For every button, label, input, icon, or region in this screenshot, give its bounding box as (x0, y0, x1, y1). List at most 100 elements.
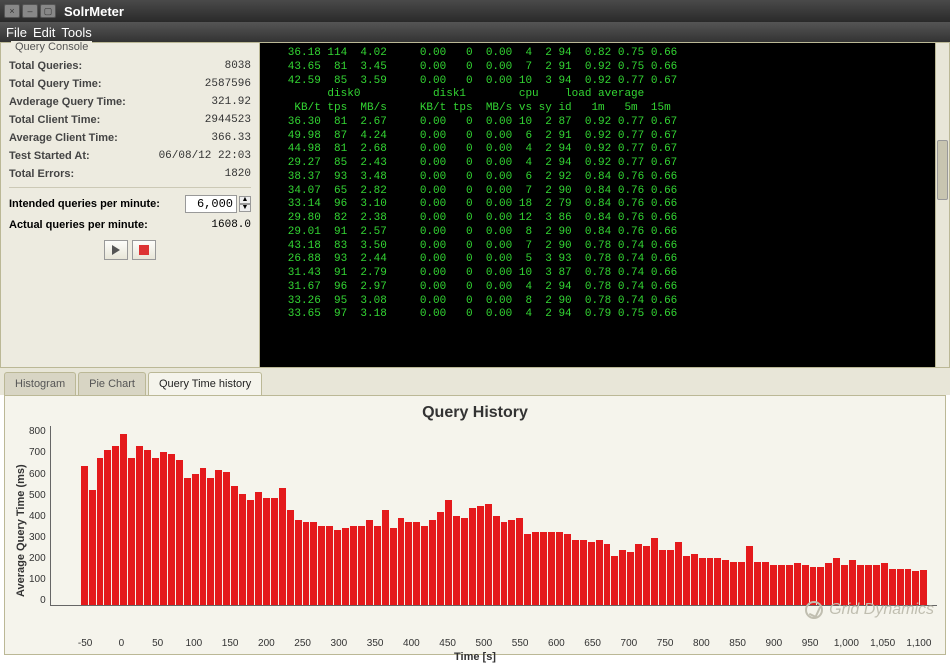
x-tick: 650 (575, 638, 611, 649)
chart-bar (881, 563, 888, 605)
chart-bar (651, 538, 658, 606)
chart-bar (287, 510, 294, 605)
chart-bar (104, 450, 111, 605)
chart-bar (683, 556, 690, 606)
y-tick: 200 (29, 553, 46, 564)
chart-bar (310, 522, 317, 606)
chart-bar (271, 498, 278, 605)
chart-bar (192, 474, 199, 605)
chart-bar (279, 488, 286, 605)
stat-value: 06/08/12 22:03 (159, 150, 251, 162)
scrollbar-thumb[interactable] (937, 140, 948, 200)
x-tick: 200 (248, 638, 284, 649)
terminal-scrollbar[interactable] (935, 43, 949, 367)
x-tick: 0 (103, 638, 139, 649)
menu-edit[interactable]: Edit (33, 25, 55, 40)
chart-bar (255, 492, 262, 605)
chart-bar (445, 500, 452, 605)
stop-button[interactable] (132, 240, 156, 260)
window-maximize-button[interactable]: ▢ (40, 4, 56, 18)
x-axis-label: Time [s] (13, 651, 937, 663)
x-tick: 700 (611, 638, 647, 649)
chart-bar (738, 562, 745, 606)
stat-row: Average Client Time:366.33 (9, 129, 251, 147)
chart-bar (810, 567, 817, 605)
chart-bar (849, 560, 856, 606)
stop-icon (139, 245, 149, 255)
x-tick: 250 (285, 638, 321, 649)
chart-bar (889, 569, 896, 605)
stat-value: 366.33 (211, 132, 251, 144)
chart-bar (247, 500, 254, 605)
chart-bar (873, 565, 880, 605)
y-tick: 700 (29, 447, 46, 458)
chart-bar (501, 522, 508, 606)
chart-bar (382, 510, 389, 605)
stat-label: Total Errors: (9, 168, 74, 180)
chart-bar (303, 522, 310, 606)
stat-row: Test Started At: 06/08/12 22:03 (9, 147, 251, 165)
x-tick: 800 (683, 638, 719, 649)
x-tick: 150 (212, 638, 248, 649)
tab-pie-chart[interactable]: Pie Chart (78, 372, 146, 395)
menu-tools[interactable]: Tools (61, 25, 91, 40)
panel-legend: Query Console (11, 41, 92, 53)
chart-bar (215, 470, 222, 605)
chart-bar (89, 490, 96, 605)
window-title: SolrMeter (64, 4, 124, 19)
chart-bar (714, 558, 721, 606)
spinner-up-icon[interactable]: ▲ (239, 196, 251, 204)
chart-bar (184, 478, 191, 605)
chart-bar (722, 560, 729, 606)
chart-bar (588, 542, 595, 606)
stat-row: Avderage Query Time: 321.92 (9, 93, 251, 111)
chart-bar (366, 520, 373, 606)
y-tick: 100 (29, 574, 46, 585)
x-axis: -500501001502002503003504004505005506006… (67, 638, 937, 649)
chart-bar (144, 450, 151, 605)
stat-value: 321.92 (211, 96, 251, 108)
chart-bar (556, 532, 563, 606)
chart-bar (730, 562, 737, 606)
chart-bar (358, 526, 365, 606)
chart-bar (390, 528, 397, 606)
window-titlebar: × – ▢ SolrMeter (0, 0, 950, 22)
tab-histogram[interactable]: Histogram (4, 372, 76, 395)
chart-bar (152, 458, 159, 605)
chart-bar (564, 534, 571, 606)
menu-bar: File Edit Tools (0, 22, 950, 42)
y-axis: 8007006005004003002001000 (29, 426, 50, 606)
chart-bar (207, 478, 214, 605)
chart-bar (263, 498, 270, 605)
spinner-down-icon[interactable]: ▼ (239, 204, 251, 212)
chart-bar (81, 466, 88, 605)
chart-plot (50, 426, 937, 606)
intended-qpm-spinner[interactable]: ▲ ▼ (185, 195, 251, 213)
chart-bar (540, 532, 547, 606)
chart-bar (635, 544, 642, 606)
chart-bar (200, 468, 207, 605)
intended-qpm-input[interactable] (185, 195, 237, 213)
x-tick: 850 (720, 638, 756, 649)
x-tick: 1,050 (865, 638, 901, 649)
chart-bar (120, 434, 127, 605)
stat-label: Test Started At: (9, 150, 90, 162)
x-tick: 400 (393, 638, 429, 649)
window-minimize-button[interactable]: – (22, 4, 38, 18)
chart-bar (128, 458, 135, 605)
tab-query-time-history[interactable]: Query Time history (148, 372, 262, 395)
y-tick: 800 (29, 426, 46, 437)
chart-bar (421, 526, 428, 606)
x-tick: 450 (430, 638, 466, 649)
chart-bar (833, 558, 840, 606)
stat-label: Avderage Query Time: (9, 96, 126, 108)
chart-bar (802, 565, 809, 605)
chart-bar (548, 532, 555, 606)
menu-file[interactable]: File (6, 25, 27, 40)
play-button[interactable] (104, 240, 128, 260)
tab-bar: Histogram Pie Chart Query Time history (0, 368, 950, 395)
chart-bar (477, 506, 484, 605)
window-close-button[interactable]: × (4, 4, 20, 18)
chart-bar (897, 569, 904, 605)
chart-bar (398, 518, 405, 606)
